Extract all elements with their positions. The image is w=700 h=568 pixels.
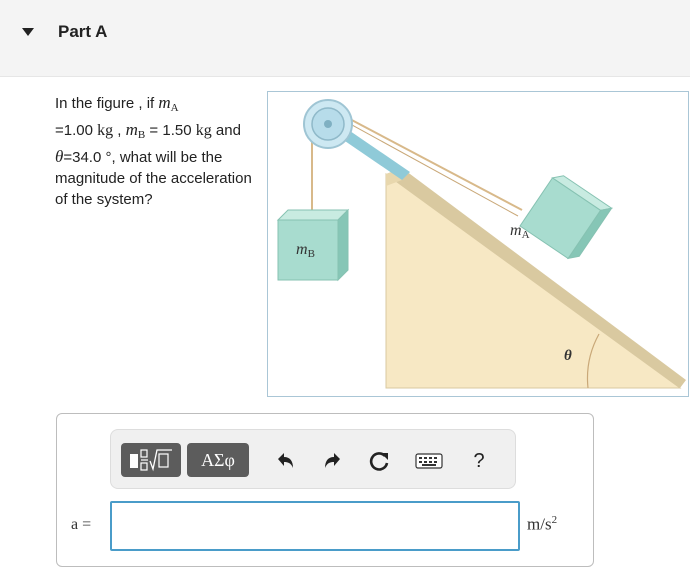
block-a-group xyxy=(519,175,613,260)
units-exponent: 2 xyxy=(551,514,558,526)
symbols-button[interactable]: ΑΣφ xyxy=(187,443,249,477)
part-header[interactable]: Part A xyxy=(0,0,690,77)
mass-a-subscript: A xyxy=(170,102,179,114)
pulley-axle xyxy=(324,120,332,128)
question-segment: =1.00 xyxy=(55,122,98,139)
templates-button[interactable] xyxy=(121,443,181,477)
help-button[interactable]: ? xyxy=(465,447,493,475)
answer-units: m/s2 xyxy=(527,514,557,535)
question-text: In the figure , if mA =1.00 kg , mB = 1.5… xyxy=(55,92,255,210)
block-b-side xyxy=(337,208,349,282)
problem-figure: mB mA θ xyxy=(267,91,689,397)
unit-kg: kg xyxy=(97,122,114,139)
redo-button[interactable] xyxy=(319,447,347,475)
block-a xyxy=(519,177,602,260)
mass-b-symbol: m xyxy=(125,120,138,139)
units-base: m/s xyxy=(527,514,552,534)
question-segment: =34.0 °, what will be the magnitude of t… xyxy=(55,149,252,208)
question-segment: , xyxy=(113,122,126,139)
unit-kg: kg xyxy=(195,122,212,139)
question-segment: In the figure , if xyxy=(55,95,159,112)
math-toolbar: ΑΣφ ? xyxy=(110,429,516,489)
redo-icon xyxy=(325,453,340,468)
question-segment: = 1.50 xyxy=(145,122,196,139)
mass-a-symbol: m xyxy=(158,93,171,112)
reset-button[interactable] xyxy=(365,447,393,475)
answer-panel: ΑΣφ ? a = m/s2 xyxy=(56,413,594,567)
undo-icon xyxy=(278,453,293,468)
keyboard-button[interactable] xyxy=(413,447,445,475)
keyboard-icon xyxy=(415,453,443,469)
reset-icon xyxy=(369,452,389,471)
fraction-radical-icon xyxy=(130,449,172,472)
angle-label: θ xyxy=(564,348,572,364)
collapse-caret-icon[interactable] xyxy=(22,28,34,36)
answer-input[interactable] xyxy=(110,501,520,551)
undo-button[interactable] xyxy=(271,447,299,475)
question-segment: and xyxy=(211,122,241,139)
incline-pulley-diagram: mB mA θ xyxy=(276,99,686,389)
part-title: Part A xyxy=(58,22,108,41)
block-b-top xyxy=(276,209,350,221)
answer-label: a = xyxy=(71,516,92,533)
